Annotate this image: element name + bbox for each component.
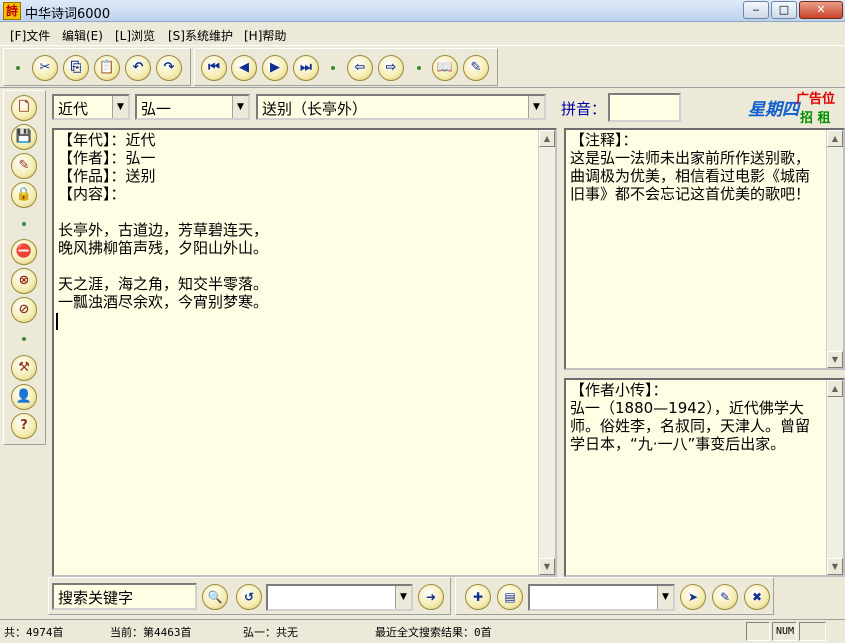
status-bar: 共：4974首 当前：第4463首 弘一：共无 最近全文搜索结果：0首 NUM — [0, 619, 845, 643]
toolbar-grip — [16, 66, 20, 70]
sidebar-separator — [22, 222, 26, 226]
lock-icon[interactable]: 🔒 — [11, 182, 37, 208]
last-record-icon[interactable]: ⏭ — [293, 55, 319, 81]
close-button[interactable]: ✕ — [799, 1, 843, 19]
poem-select-value: 送别（长亭外） — [262, 100, 368, 118]
menu-help[interactable]: [H]帮助 — [244, 27, 286, 44]
status-current: 当前：第4463首 — [110, 626, 192, 639]
text-caret — [56, 313, 58, 330]
app-icon: 詩 — [3, 2, 21, 20]
user-icon[interactable]: 👤 — [11, 384, 37, 410]
status-num-panel: NUM — [772, 622, 797, 641]
status-caps-panel — [746, 622, 770, 641]
no-sound-icon[interactable]: ⊘ — [11, 297, 37, 323]
author-select-value: 弘一 — [141, 100, 172, 118]
dynasty-select-value: 近代 — [58, 100, 89, 118]
search-history-icon[interactable]: ↺ — [236, 584, 262, 610]
chevron-down-icon[interactable]: ▼ — [112, 96, 128, 118]
new-document-icon[interactable]: 🗋 — [11, 95, 37, 121]
notes-scrollbar[interactable]: ▲ ▼ — [826, 130, 843, 368]
save-icon[interactable]: 💾 — [11, 124, 37, 150]
ad-logo-text: 星期四 — [748, 100, 799, 120]
chevron-down-icon[interactable]: ▼ — [657, 586, 673, 609]
book-icon[interactable]: 📖 — [432, 55, 458, 81]
search-input[interactable]: 搜索关键字 — [52, 583, 197, 610]
bookmark-select[interactable]: ▼ — [528, 584, 675, 611]
dynasty-select[interactable]: 近代 ▼ — [52, 94, 130, 120]
bookmark-next-icon[interactable]: ➤ — [680, 584, 706, 610]
poem-scrollbar[interactable]: ▲ ▼ — [538, 130, 555, 575]
minimize-button[interactable]: ‒ — [743, 1, 769, 19]
scroll-down-icon[interactable]: ▼ — [539, 558, 555, 575]
toolbar-separator — [331, 66, 335, 70]
search-go-icon[interactable]: ➜ — [418, 584, 444, 610]
bookmark-edit-icon[interactable]: ✎ — [712, 584, 738, 610]
chevron-down-icon[interactable]: ▼ — [395, 586, 411, 609]
status-total: 共：4974首 — [4, 626, 64, 639]
paste-icon[interactable]: 📋 — [94, 55, 120, 81]
copy-icon[interactable]: ⎘ — [63, 55, 89, 81]
scroll-down-icon[interactable]: ▼ — [827, 558, 843, 575]
open-bookmark-icon[interactable]: ▤ — [497, 584, 523, 610]
ad-subtitle: 招 租 — [800, 111, 831, 126]
back-icon[interactable]: ⇦ — [347, 55, 373, 81]
toolbar: ✂ ⎘ 📋 ↶ ↷ ⏮ ◀ ▶ ⏭ ⇦ ⇨ 📖 ✎ — [0, 45, 845, 88]
ad-title: 广告位 — [796, 92, 836, 107]
status-scroll-panel — [799, 622, 826, 641]
menu-browse[interactable]: [L]浏览 — [115, 27, 155, 44]
scroll-down-icon[interactable]: ▼ — [827, 351, 843, 368]
notes-text-pane[interactable]: 【注释】： 这是弘一法师未出家前所作送别歌，曲调极为优美，相信看过电影《城南旧事… — [564, 128, 845, 370]
help-icon[interactable]: ? — [11, 413, 37, 439]
scroll-up-icon[interactable]: ▲ — [539, 130, 555, 147]
undo-icon[interactable]: ↶ — [125, 55, 151, 81]
scroll-up-icon[interactable]: ▲ — [827, 130, 843, 147]
toolbar-separator — [417, 66, 421, 70]
menu-edit[interactable]: 编辑(E) — [62, 27, 103, 44]
chevron-down-icon[interactable]: ▼ — [232, 96, 248, 118]
title-bar: 詩 中华诗词6000 ‒ □ ✕ — [0, 0, 845, 22]
scroll-up-icon[interactable]: ▲ — [827, 380, 843, 397]
cut-icon[interactable]: ✂ — [32, 55, 58, 81]
redo-icon[interactable]: ↷ — [156, 55, 182, 81]
previous-record-icon[interactable]: ◀ — [231, 55, 257, 81]
poem-text[interactable]: 【年代】：近代 【作者】：弘一 【作品】：送别 【内容】： 长亭外，古道边，芳草… — [58, 131, 535, 311]
no-image-icon[interactable]: ⛔ — [11, 239, 37, 265]
toolbar-nav-group: ⏮ ◀ ▶ ⏭ ⇦ ⇨ 📖 ✎ — [194, 48, 498, 86]
search-history-select[interactable]: ▼ — [266, 584, 413, 611]
chevron-down-icon[interactable]: ▼ — [528, 96, 544, 118]
left-toolbar: 🗋 💾 ✎ 🔒 ⛔ ⊗ ⊘ ⚒ 👤 ? — [3, 90, 46, 445]
status-search-result: 最近全文搜索结果：0首 — [375, 626, 492, 639]
notes-text[interactable]: 【注释】： 这是弘一法师未出家前所作送别歌，曲调极为优美，相信看过电影《城南旧事… — [570, 131, 823, 203]
author-bio-text[interactable]: 【作者小传】： 弘一（1880—1942），近代佛学大师。俗姓李，名叔同，天津人… — [570, 381, 823, 453]
status-author-count: 弘一：共无 — [243, 626, 298, 639]
menu-system[interactable]: [S]系统维护 — [168, 27, 233, 44]
next-record-icon[interactable]: ▶ — [262, 55, 288, 81]
poem-text-pane[interactable]: 【年代】：近代 【作者】：弘一 【作品】：送别 【内容】： 长亭外，古道边，芳草… — [52, 128, 557, 577]
tools-icon[interactable]: ⚒ — [11, 355, 37, 381]
poem-select[interactable]: 送别（长亭外） ▼ — [256, 94, 546, 120]
author-select[interactable]: 弘一 ▼ — [135, 94, 250, 120]
add-bookmark-icon[interactable]: ✚ — [465, 584, 491, 610]
toolbar-edit-group: ✂ ⎘ 📋 ↶ ↷ — [3, 48, 191, 86]
ad-banner[interactable]: 星期四 广告位 招 租 — [748, 92, 844, 127]
bio-scrollbar[interactable]: ▲ ▼ — [826, 380, 843, 575]
window-title: 中华诗词6000 — [25, 7, 111, 22]
no-edit-icon[interactable]: ⊗ — [11, 268, 37, 294]
edit-pencil-icon[interactable]: ✎ — [463, 55, 489, 81]
menu-bar: [F]文件 编辑(E) [L]浏览 [S]系统维护 [H]帮助 — [0, 24, 845, 44]
pinyin-input[interactable] — [608, 93, 681, 122]
bookmark-delete-icon[interactable]: ✖ — [744, 584, 770, 610]
author-bio-pane[interactable]: 【作者小传】： 弘一（1880—1942），近代佛学大师。俗姓李，名叔同，天津人… — [564, 378, 845, 577]
menu-file[interactable]: [F]文件 — [10, 27, 50, 44]
pinyin-label: 拼音： — [561, 100, 607, 118]
search-icon[interactable]: 🔍 — [202, 584, 228, 610]
sidebar-separator — [22, 337, 26, 341]
clear-icon[interactable]: ✎ — [11, 153, 37, 179]
forward-icon[interactable]: ⇨ — [378, 55, 404, 81]
maximize-button[interactable]: □ — [771, 1, 797, 19]
first-record-icon[interactable]: ⏮ — [201, 55, 227, 81]
